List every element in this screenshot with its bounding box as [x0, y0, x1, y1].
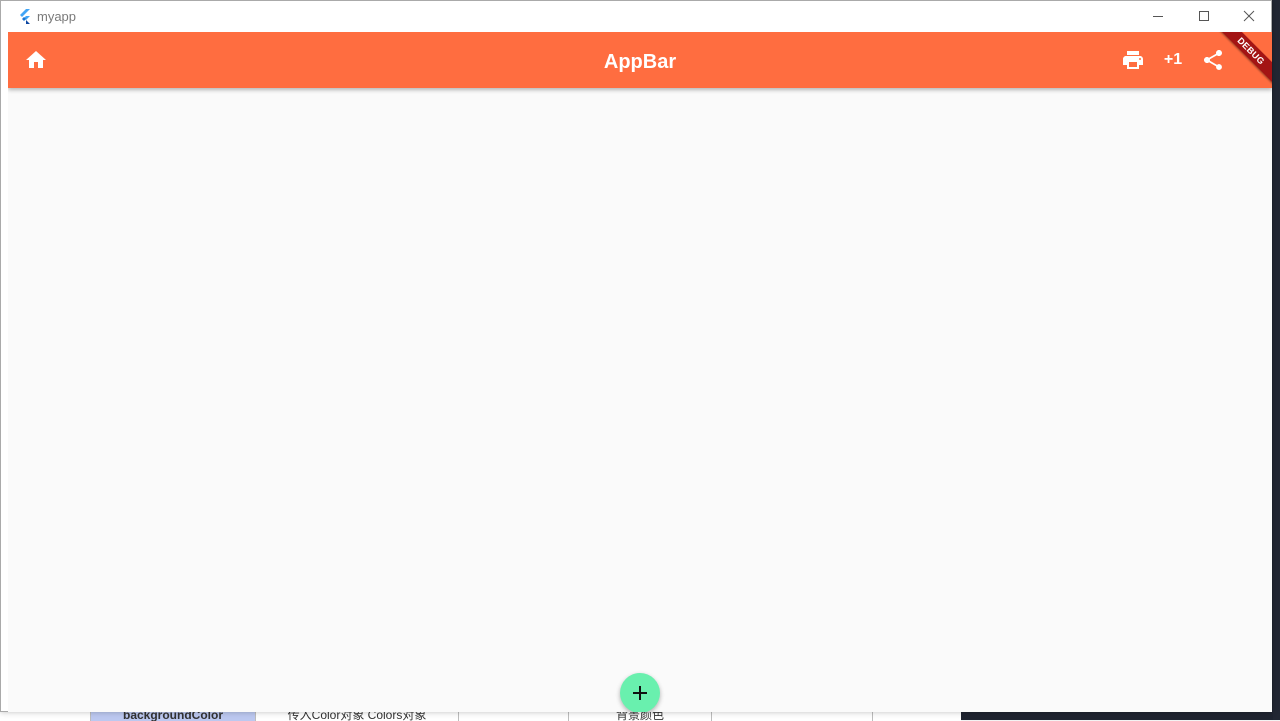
minimize-button[interactable] [1135, 1, 1181, 32]
close-icon [1243, 10, 1255, 22]
window-titlebar[interactable]: myapp [1, 1, 1271, 32]
window-title: myapp [37, 9, 77, 24]
app-content: AppBar +1 DEBUG [8, 32, 1272, 712]
print-button[interactable] [1113, 40, 1153, 80]
print-icon [1123, 51, 1143, 69]
plus-one-button[interactable]: +1 [1153, 40, 1193, 80]
editor-edge-strip [1273, 0, 1280, 720]
debug-banner: DEBUG [1212, 32, 1272, 92]
maximize-icon [1199, 11, 1209, 21]
plus-one-label: +1 [1163, 51, 1183, 68]
flutter-logo-icon [20, 9, 30, 24]
app-window: myapp AppBar +1 DEBUG [0, 0, 1272, 712]
debug-label: DEBUG [1214, 32, 1272, 88]
maximize-button[interactable] [1181, 1, 1227, 32]
floating-action-button[interactable] [620, 673, 660, 712]
add-icon [633, 686, 647, 700]
appbar-title: AppBar [603, 51, 677, 73]
app-bar: AppBar +1 DEBUG [8, 32, 1272, 88]
close-button[interactable] [1226, 1, 1272, 32]
minimize-icon [1153, 16, 1163, 17]
